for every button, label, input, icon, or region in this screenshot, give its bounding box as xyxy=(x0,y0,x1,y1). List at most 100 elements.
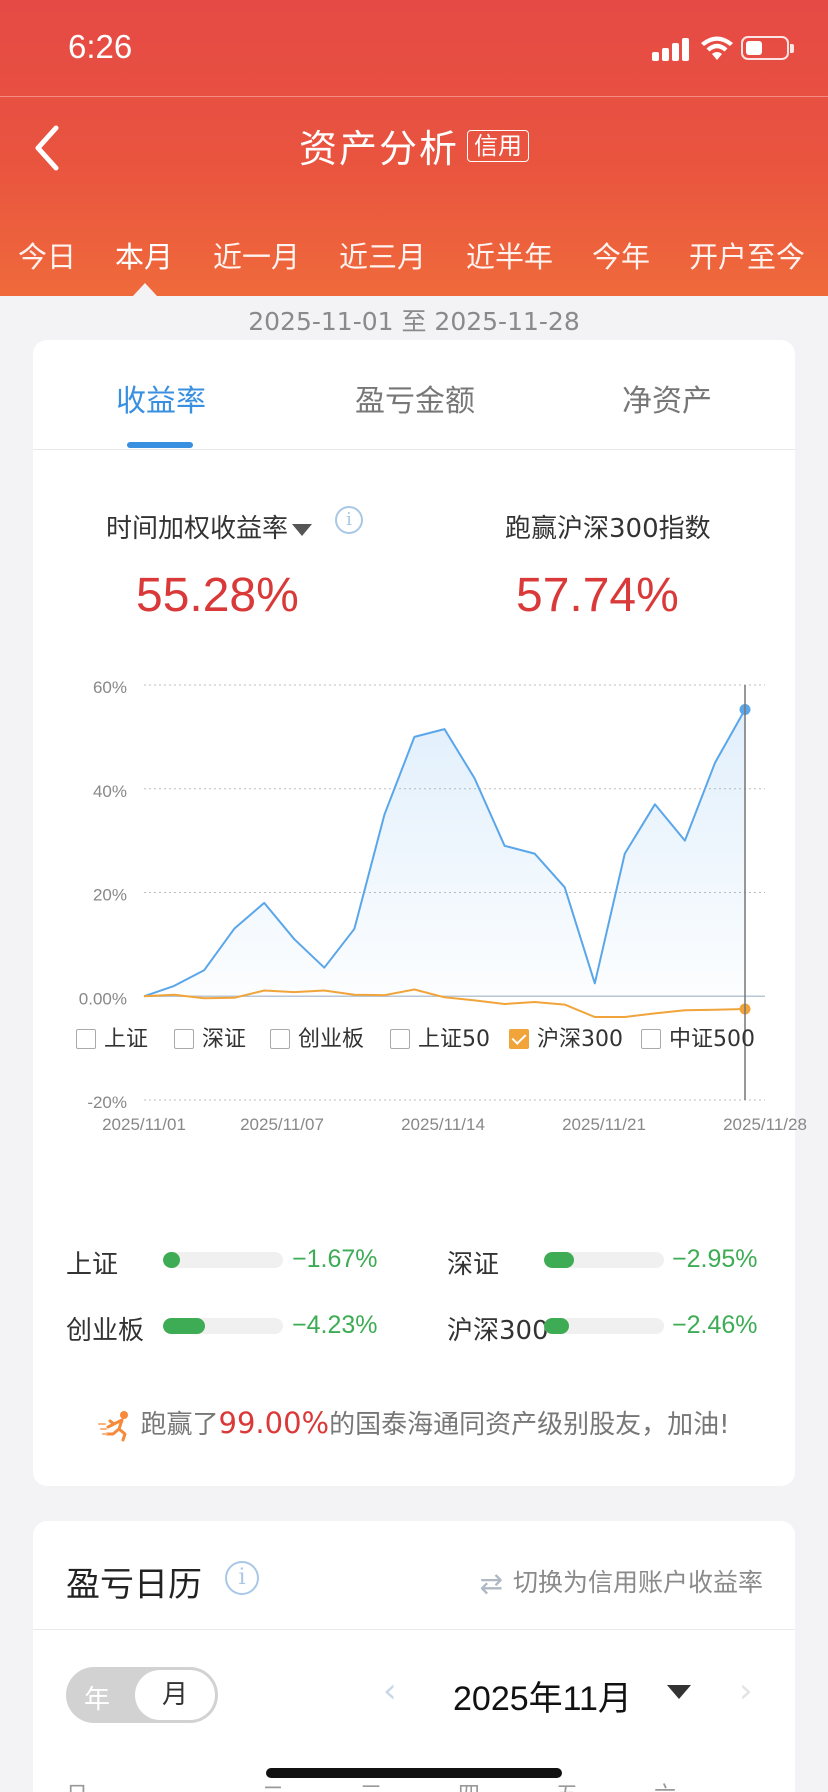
tab-today[interactable]: 今日 xyxy=(18,234,76,276)
x-tick-label: 2025/11/14 xyxy=(401,1115,485,1134)
index-value: −2.46% xyxy=(672,1311,758,1339)
month-dropdown-icon[interactable] xyxy=(667,1685,691,1699)
x-tick-label: 2025/11/07 xyxy=(240,1115,324,1134)
y-tick-label: 20% xyxy=(93,886,127,905)
return-type-dropdown[interactable]: 时间加权收益率 xyxy=(106,508,313,545)
credit-tag: 信用 xyxy=(467,129,529,162)
checkbox-icon xyxy=(76,1029,96,1049)
weekday-label: 五 xyxy=(556,1777,578,1792)
date-range: 2025-11-01 至 2025-11-28 xyxy=(248,307,580,336)
weekday-label: 六 xyxy=(654,1777,676,1792)
tab-last-half-year[interactable]: 近半年 xyxy=(466,234,553,276)
weekday-label: 日 xyxy=(66,1777,88,1792)
beat-percent: 99.00% xyxy=(218,1406,330,1440)
beat-index-label: 跑赢沪深300指数 xyxy=(505,514,711,544)
x-tick-label: 2025/11/28 xyxy=(723,1115,807,1134)
status-time: 6:26 xyxy=(68,28,133,65)
checkbox-icon xyxy=(641,1029,661,1049)
return-type-label: 时间加权收益率 xyxy=(106,514,289,544)
legend-label: 沪深300 xyxy=(537,1027,623,1052)
index-value: −2.95% xyxy=(672,1245,758,1273)
swap-arrows-icon: ⇄ xyxy=(479,1567,503,1600)
return-chart[interactable]: 60% 40% 20% 0.00% -20% 2025/11/01 2025/11/07 20… xyxy=(0,660,828,1140)
legend-label: 深证 xyxy=(202,1027,247,1052)
calendar-title: 盈亏日历 xyxy=(66,1565,202,1605)
index-name: 创业板 xyxy=(66,1316,145,1346)
switch-return-link[interactable]: ⇄ 切换为信用账户收益率 xyxy=(480,1563,763,1600)
page-title-wrap: 资产分析 信用 xyxy=(0,118,828,173)
x-tick-label: 2025/11/01 xyxy=(102,1115,186,1134)
legend-label: 创业板 xyxy=(298,1027,365,1052)
y-tick-label: 40% xyxy=(93,782,127,801)
index-bar xyxy=(544,1318,664,1334)
checkbox-icon xyxy=(270,1029,290,1049)
info-icon[interactable]: i xyxy=(335,506,363,534)
tab-last-3-months[interactable]: 近三月 xyxy=(339,234,426,276)
toggle-year[interactable]: 年 xyxy=(84,1679,110,1716)
index-legend: 上证 深证 创业板 上证50 沪深300 中证500 xyxy=(0,1021,828,1057)
legend-sse50[interactable]: 上证50 xyxy=(390,1021,490,1053)
index-name: 上证 xyxy=(66,1250,119,1280)
beat-peers-banner: 跑赢了99.00%的国泰海通同资产级别股友，加油! xyxy=(0,1404,828,1442)
index-value: −1.67% xyxy=(292,1245,378,1273)
weekday-label: 一 xyxy=(164,1777,186,1792)
beat-prefix: 跑赢了 xyxy=(140,1410,219,1440)
prev-month-icon[interactable]: ‹ xyxy=(383,1671,397,1711)
month-selector[interactable]: 2025年11月 xyxy=(453,1671,632,1720)
tab-profit-amount[interactable]: 盈亏金额 xyxy=(355,376,475,420)
tab-last-month[interactable]: 近一月 xyxy=(213,234,300,276)
legend-csi500[interactable]: 中证500 xyxy=(641,1021,755,1053)
tab-this-year[interactable]: 今年 xyxy=(592,234,650,276)
weekday-label: 三 xyxy=(360,1777,382,1792)
index-bar xyxy=(163,1252,283,1268)
legend-shenzhen[interactable]: 深证 xyxy=(174,1021,246,1053)
beat-suffix: 的国泰海通同资产级别股友，加油! xyxy=(329,1410,730,1440)
cellular-signal-icon xyxy=(652,37,692,61)
header: 6:26 资产分析 信用 今日 本月 近一月 近三月 近半年 今年 开户至今 xyxy=(0,0,828,296)
index-name: 沪深300 xyxy=(447,1316,549,1346)
checkbox-icon xyxy=(390,1029,410,1049)
tab-underline xyxy=(127,442,193,448)
period-tabs: 今日 本月 近一月 近三月 近半年 今年 开户至今 xyxy=(0,234,828,284)
tab-since-open[interactable]: 开户至今 xyxy=(689,234,805,276)
toggle-month[interactable]: 月 xyxy=(135,1670,215,1720)
index-value: −4.23% xyxy=(292,1311,378,1339)
tab-return-rate[interactable]: 收益率 xyxy=(116,376,206,420)
battery-icon xyxy=(741,36,794,60)
beat-index-value: 57.74% xyxy=(516,569,679,622)
return-rate-value: 55.28% xyxy=(136,569,299,622)
index-name: 深证 xyxy=(447,1250,500,1280)
calendar-info-icon[interactable]: i xyxy=(225,1561,259,1595)
year-month-toggle[interactable]: 年 月 xyxy=(66,1667,218,1723)
home-indicator xyxy=(266,1768,562,1778)
weekday-label: 四 xyxy=(458,1777,480,1792)
legend-label: 中证500 xyxy=(669,1027,755,1052)
checkbox-checked-icon xyxy=(509,1029,529,1049)
runner-icon xyxy=(98,1410,129,1441)
x-tick-label: 2025/11/21 xyxy=(562,1115,646,1134)
calendar-card: 盈亏日历 i ⇄切换为信用账户收益率 年 月 ‹ 2025年11月 › 日 一 … xyxy=(33,1521,795,1792)
legend-shanghai[interactable]: 上证 xyxy=(76,1021,148,1053)
legend-hs300[interactable]: 沪深300 xyxy=(509,1021,623,1053)
status-bar: 6:26 xyxy=(0,0,828,96)
legend-label: 上证50 xyxy=(418,1027,490,1052)
legend-label: 上证 xyxy=(104,1027,149,1052)
next-month-icon[interactable]: › xyxy=(739,1671,753,1711)
index-bar xyxy=(544,1252,664,1268)
index-bar xyxy=(163,1318,283,1334)
divider xyxy=(33,1629,795,1630)
checkbox-icon xyxy=(174,1029,194,1049)
page-title: 资产分析 xyxy=(298,127,459,171)
wifi-icon xyxy=(701,36,733,60)
metric-tabs: 收益率 盈亏金额 净资产 xyxy=(33,340,795,450)
active-tab-caret xyxy=(133,283,157,296)
legend-chinext[interactable]: 创业板 xyxy=(270,1021,364,1053)
tab-net-assets[interactable]: 净资产 xyxy=(622,376,712,420)
y-tick-label: -20% xyxy=(87,1093,127,1112)
tab-this-month[interactable]: 本月 xyxy=(115,234,173,276)
y-tick-label: 0.00% xyxy=(79,989,127,1008)
y-tick-label: 60% xyxy=(93,678,127,697)
weekday-label: 二 xyxy=(262,1777,284,1792)
switch-label: 切换为信用账户收益率 xyxy=(512,1568,763,1597)
dropdown-triangle-icon xyxy=(292,523,313,536)
